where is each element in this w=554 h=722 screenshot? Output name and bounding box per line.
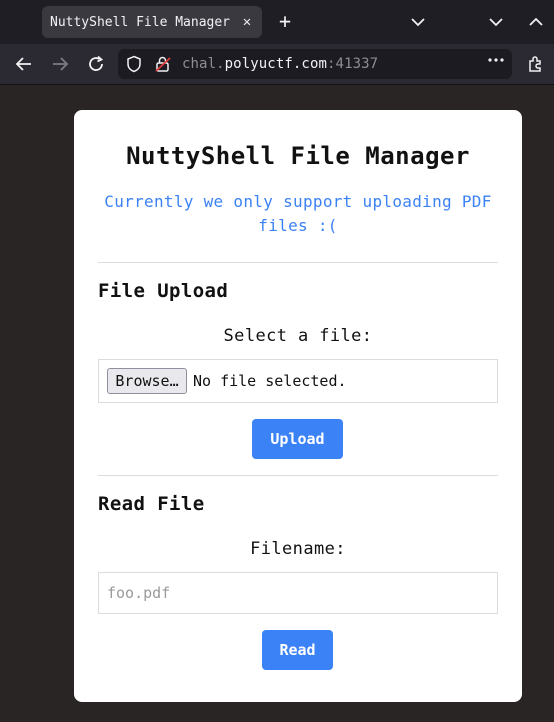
upload-heading: File Upload xyxy=(98,280,229,302)
reload-button[interactable] xyxy=(84,52,108,76)
no-file-text: No file selected. xyxy=(193,372,347,390)
filename-input[interactable]: foo.pdf xyxy=(98,572,498,614)
select-file-label: Select a file: xyxy=(223,326,373,346)
shield-icon[interactable] xyxy=(126,55,142,73)
ellipsis-icon xyxy=(488,58,504,62)
page-title: NuttyShell File Manager xyxy=(126,142,470,170)
tab-list-chevron-icon[interactable] xyxy=(408,12,428,32)
new-tab-button[interactable]: + xyxy=(274,10,296,32)
chevron-down-icon[interactable] xyxy=(486,12,506,32)
file-manager-card: NuttyShell File Manager Currently we onl… xyxy=(74,110,522,702)
browse-button[interactable]: Browse… xyxy=(107,368,187,394)
arrow-right-icon xyxy=(53,57,69,71)
read-heading: Read File xyxy=(98,493,205,515)
read-button[interactable]: Read xyxy=(262,630,333,670)
filename-label: Filename: xyxy=(250,539,346,559)
tab-title: NuttyShell File Manager xyxy=(50,14,231,30)
url-bar[interactable]: chal.polyuctf.com:41337 xyxy=(118,49,512,79)
browser-nav-bar: chal.polyuctf.com:41337 xyxy=(0,44,554,85)
extensions-button[interactable] xyxy=(524,52,548,76)
page-subtitle: Currently we only support uploading PDF … xyxy=(104,192,492,235)
url-host: polyuctf.com xyxy=(224,56,328,72)
arrow-left-icon xyxy=(15,57,31,71)
reload-icon xyxy=(89,55,104,71)
browser-tab-strip: NuttyShell File Manager ✕ + xyxy=(0,0,554,44)
browser-tab[interactable]: NuttyShell File Manager ✕ xyxy=(42,6,262,38)
section-divider xyxy=(98,262,498,263)
forward-button[interactable] xyxy=(48,52,72,76)
file-input[interactable]: Browse… No file selected. xyxy=(98,359,498,403)
section-divider xyxy=(98,475,498,476)
url-port: :41337 xyxy=(327,56,379,72)
puzzle-icon xyxy=(529,56,541,72)
url-subdomain: chal. xyxy=(182,56,225,72)
tab-close-icon[interactable]: ✕ xyxy=(240,14,254,30)
back-button[interactable] xyxy=(12,52,36,76)
chevron-up-icon[interactable] xyxy=(526,12,546,32)
upload-button[interactable]: Upload xyxy=(252,419,343,459)
insecure-lock-icon[interactable] xyxy=(154,55,172,73)
url-text[interactable]: chal.polyuctf.com:41337 xyxy=(182,56,378,72)
page-actions-button[interactable] xyxy=(484,51,508,69)
